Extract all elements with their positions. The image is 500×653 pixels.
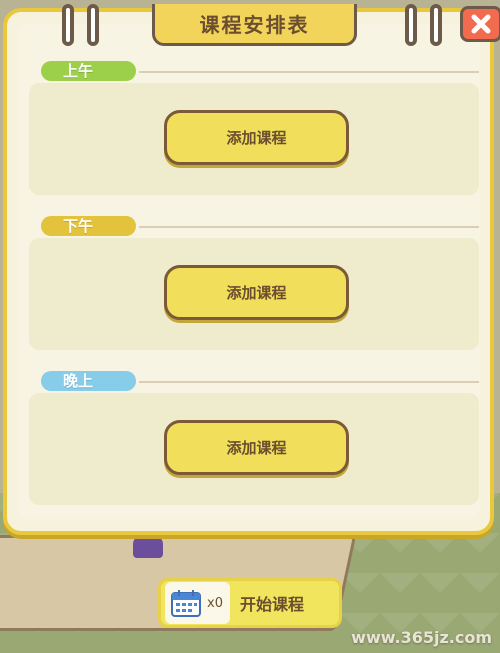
section-divider [139,381,479,383]
panel-title: 课程安排表 [152,4,357,46]
binder-ring-icon [62,4,74,46]
section-label-morning: 上午 [41,61,136,81]
section-afternoon: 下午 添加课程 [29,214,479,354]
watermark: www.365jz.com [351,628,492,647]
section-divider [139,226,479,228]
section-divider [139,71,479,73]
section-morning: 上午 添加课程 [29,59,479,199]
binder-ring-icon [405,4,417,46]
calendar-icon [171,590,201,617]
course-count-box: x0 [165,582,230,624]
add-course-button-evening[interactable]: 添加课程 [164,420,349,475]
schedule-panel: 课程安排表 上午 添加课程 下午 添加课程 晚上 添加课程 [3,4,500,535]
section-slot-evening: 添加课程 [29,393,479,505]
section-label-afternoon: 下午 [41,216,136,236]
add-course-button-afternoon[interactable]: 添加课程 [164,265,349,320]
start-course-label: 开始课程 [240,595,305,614]
section-slot-morning: 添加课程 [29,83,479,195]
section-slot-afternoon: 添加课程 [29,238,479,350]
binder-ring-icon [87,4,99,46]
start-course-button[interactable]: x0 开始课程 [158,578,342,628]
add-course-button-morning[interactable]: 添加课程 [164,110,349,165]
binder-ring-icon [430,4,442,46]
section-evening: 晚上 添加课程 [29,369,479,509]
character-sprite [133,536,163,558]
section-label-evening: 晚上 [41,371,136,391]
close-button[interactable] [460,6,500,42]
course-count: x0 [207,595,223,611]
close-icon [471,14,491,34]
